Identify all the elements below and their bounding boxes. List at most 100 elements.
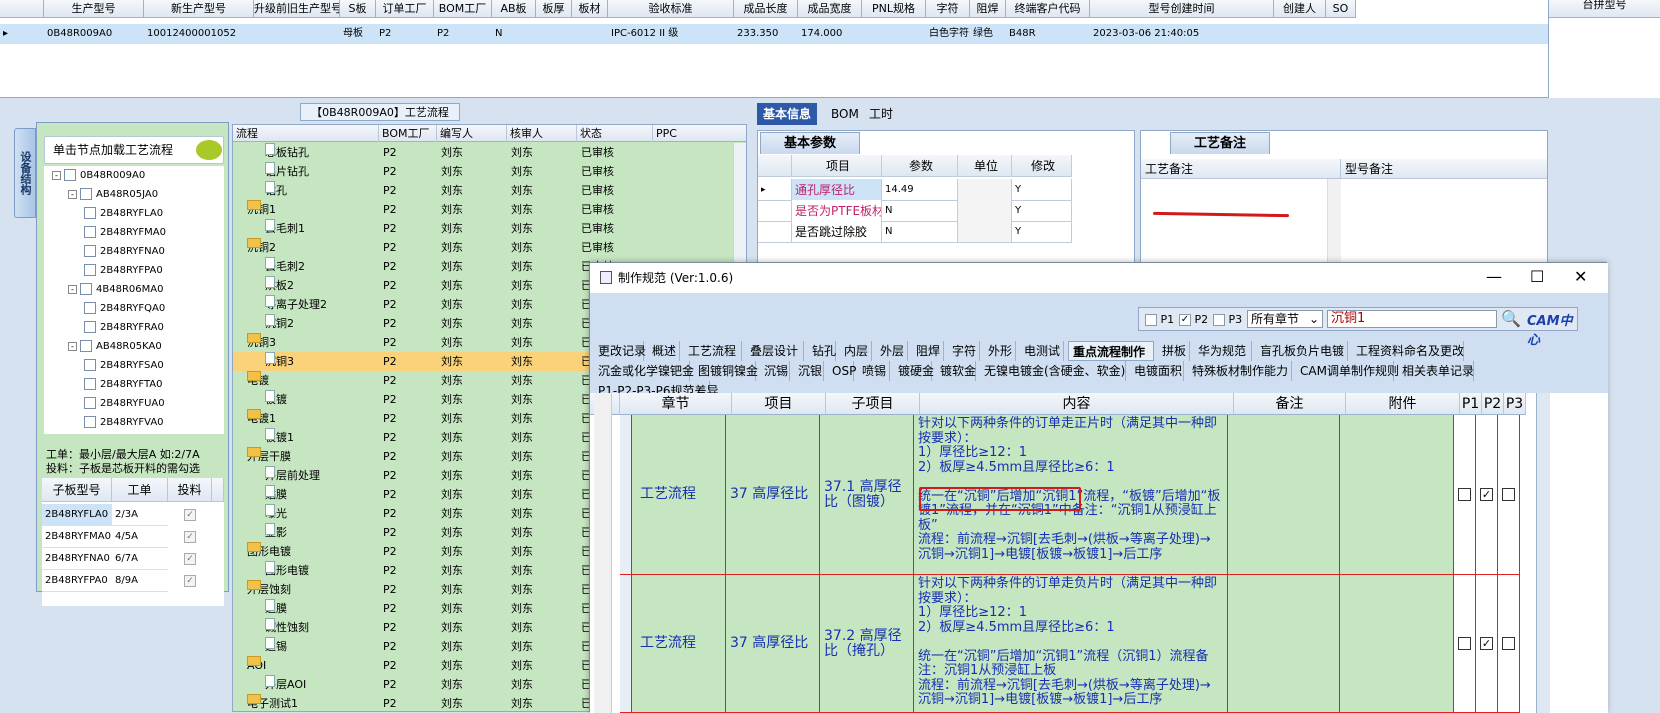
- column-header[interactable]: P1: [1460, 393, 1482, 415]
- node-checkbox[interactable]: [84, 245, 96, 257]
- spec-tab[interactable]: 钻孔: [808, 341, 836, 361]
- spec-tab[interactable]: 镀硬金: [894, 361, 934, 381]
- column-header[interactable]: PNL规格: [862, 0, 926, 17]
- spec-tab[interactable]: CAM调单制作规则: [1296, 361, 1399, 381]
- column-header[interactable]: 单位: [958, 155, 1012, 177]
- column-header[interactable]: PPC: [653, 125, 746, 142]
- p1-checkbox[interactable]: [1145, 314, 1157, 326]
- table-row[interactable]: ▸ 0B48R009A0 10012400001052 母板 P2 P2 N IPC-6012…: [0, 24, 1548, 44]
- node-checkbox[interactable]: [84, 264, 96, 276]
- spec-tab[interactable]: OSP: [828, 361, 856, 381]
- param-value-cell[interactable]: 14.49: [882, 179, 958, 201]
- p1-flag-checkbox[interactable]: [1458, 637, 1471, 650]
- column-header[interactable]: 投料: [168, 478, 212, 502]
- column-header[interactable]: 参数: [882, 155, 958, 177]
- feed-checkbox[interactable]: ✓: [184, 509, 196, 521]
- column-header[interactable]: 子板型号: [42, 478, 112, 502]
- column-header[interactable]: 验收标准: [608, 0, 734, 17]
- expand-icon[interactable]: -: [52, 170, 61, 180]
- column-header[interactable]: BOM工厂: [379, 125, 437, 142]
- spec-tab[interactable]: 外形: [984, 341, 1016, 361]
- table-row[interactable]: 沉铜1 P2 刘东 刘东 已审核: [233, 200, 746, 219]
- node-checkbox[interactable]: [84, 207, 96, 219]
- column-header[interactable]: 项目: [792, 155, 882, 177]
- column-header[interactable]: 章节: [620, 393, 732, 415]
- column-header[interactable]: 创建人: [1274, 0, 1326, 17]
- spec-tab[interactable]: 图镀铜镍金: [694, 361, 758, 381]
- spec-tab[interactable]: 喷锡: [858, 361, 890, 381]
- table-row[interactable]: 钻孔 P2 刘东 刘东 已审核: [233, 181, 746, 200]
- param-value-cell[interactable]: N: [882, 200, 958, 222]
- column-header[interactable]: 流程: [233, 125, 379, 142]
- tab-hours[interactable]: 工时: [863, 103, 899, 125]
- spec-tab[interactable]: 工程资料命名及更改: [1352, 341, 1464, 361]
- tab-basic[interactable]: 基本信息: [757, 103, 818, 125]
- spec-tab[interactable]: 重点流程制作: [1068, 341, 1154, 361]
- spec-tab[interactable]: 阻焊: [912, 341, 944, 361]
- spec-tab[interactable]: 内层: [840, 341, 872, 361]
- node-checkbox[interactable]: [84, 397, 96, 409]
- tree-node[interactable]: - AB48R05KA0: [68, 339, 162, 355]
- table-row[interactable]: 沉铜2 P2 刘东 刘东 已审核: [233, 238, 746, 257]
- spec-tab[interactable]: 无镍电镀金(含硬金、软金): [980, 361, 1126, 381]
- spec-tab[interactable]: 外层: [876, 341, 908, 361]
- column-header[interactable]: 新生产型号: [144, 0, 254, 17]
- column-header[interactable]: 状态: [577, 125, 653, 142]
- column-header[interactable]: 升级前旧生产型号: [254, 0, 340, 17]
- feed-checkbox[interactable]: ✓: [184, 531, 196, 543]
- node-checkbox[interactable]: [80, 283, 92, 295]
- node-checkbox[interactable]: [84, 226, 96, 238]
- table-row[interactable]: 芯板钻孔 P2 刘东 刘东 已审核: [233, 143, 746, 162]
- column-header[interactable]: 附件: [1346, 393, 1460, 415]
- column-header[interactable]: 字符: [926, 0, 970, 17]
- column-header[interactable]: 生产型号: [44, 0, 144, 17]
- column-header[interactable]: 阻焊: [970, 0, 1006, 17]
- table-row[interactable]: 铝片钻孔 P2 刘东 刘东 已审核: [233, 162, 746, 181]
- side-tab-equipment[interactable]: 设备结构: [14, 128, 36, 218]
- column-header[interactable]: 成品长度: [734, 0, 798, 17]
- tree-node[interactable]: - AB48R05JA0: [68, 187, 158, 203]
- p3-checkbox[interactable]: [1213, 314, 1225, 326]
- chapter-select[interactable]: 所有章节 ⌄: [1247, 310, 1323, 328]
- spec-tab[interactable]: 沉锡: [760, 361, 790, 381]
- tree-node[interactable]: - 0B48R009A0: [52, 168, 145, 184]
- column-header[interactable]: P2: [1482, 393, 1504, 415]
- column-header[interactable]: P3: [1504, 393, 1526, 415]
- spec-tab[interactable]: 拼板: [1158, 341, 1190, 361]
- tree-node[interactable]: 2B48RYFNA0: [84, 244, 165, 260]
- p2-flag-checkbox[interactable]: ✓: [1480, 488, 1493, 501]
- minimize-icon[interactable]: —: [1486, 263, 1502, 291]
- column-header[interactable]: 编写人: [437, 125, 507, 142]
- spec-tab[interactable]: 工艺流程: [684, 341, 742, 361]
- tree-node[interactable]: 2B48RYFRA0: [84, 320, 164, 336]
- node-checkbox[interactable]: [80, 340, 92, 352]
- node-checkbox[interactable]: [84, 321, 96, 333]
- spec-scrollbar-left[interactable]: [594, 393, 612, 713]
- tree-node[interactable]: 2B48RYFLA0: [84, 206, 163, 222]
- close-icon[interactable]: ✕: [1574, 263, 1587, 291]
- spec-tab[interactable]: 沉金或化学镍钯金: [594, 361, 694, 381]
- column-header[interactable]: BOM工厂: [434, 0, 492, 17]
- spec-tab[interactable]: 相关表单记录: [1398, 361, 1474, 381]
- tree-node[interactable]: - 4B48R06MA0: [68, 282, 163, 298]
- column-header[interactable]: 成品宽度: [798, 0, 862, 17]
- column-header[interactable]: 终端客户代码: [1006, 0, 1090, 17]
- column-header[interactable]: 板厚: [536, 0, 572, 17]
- spec-tab[interactable]: 电测试: [1020, 341, 1064, 361]
- param-value-cell[interactable]: N: [882, 221, 958, 243]
- notes-scrollbar[interactable]: [1327, 179, 1341, 269]
- node-checkbox[interactable]: [64, 169, 76, 181]
- spec-tab[interactable]: 特殊板材制作能力: [1188, 361, 1292, 381]
- spec-tab[interactable]: 镀软金: [936, 361, 976, 381]
- feed-checkbox[interactable]: ✓: [184, 553, 196, 565]
- expand-icon[interactable]: -: [68, 341, 77, 351]
- node-checkbox[interactable]: [84, 378, 96, 390]
- node-checkbox[interactable]: [80, 188, 92, 200]
- node-checkbox[interactable]: [84, 416, 96, 428]
- tab-process-notes[interactable]: 工艺备注: [1170, 132, 1270, 154]
- table-row[interactable]: 去毛刺1 P2 刘东 刘东 已审核: [233, 219, 746, 238]
- spec-tab[interactable]: 叠层设计: [746, 341, 804, 361]
- search-icon[interactable]: 🔍: [1501, 309, 1521, 328]
- column-header[interactable]: 项目: [732, 393, 826, 415]
- p1-flag-checkbox[interactable]: [1458, 488, 1471, 501]
